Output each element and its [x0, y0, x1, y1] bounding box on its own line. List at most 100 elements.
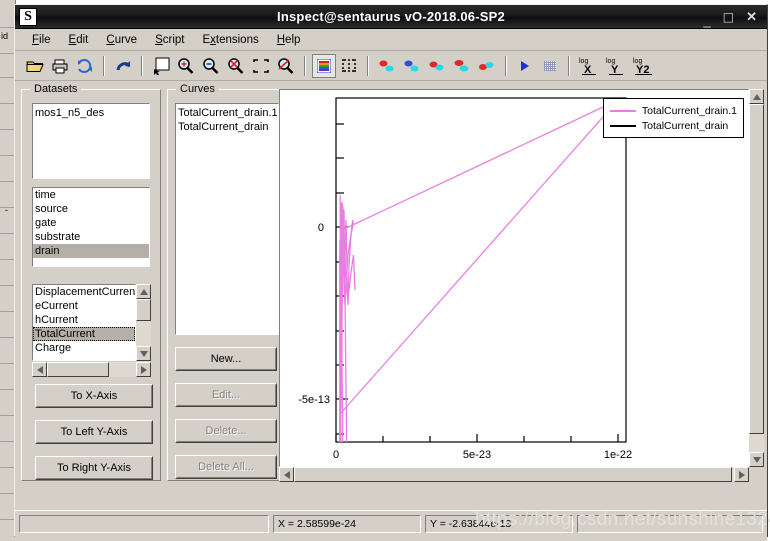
- window-title: Inspect@sentaurus vO-2018.06-SP2: [277, 9, 505, 24]
- background-window-label: id: [1, 31, 9, 41]
- curve-style-2-icon[interactable]: [400, 54, 424, 78]
- tool-bar: log X log Y log Y2: [15, 51, 767, 81]
- stop-pattern-icon[interactable]: [538, 54, 562, 78]
- curve-style-3-icon[interactable]: [425, 54, 449, 78]
- menu-help-rest: elp: [285, 33, 301, 46]
- refresh-icon[interactable]: [73, 54, 97, 78]
- status-bar: X = 2.58599e-24 Y = -2.63844e-13: [15, 510, 767, 536]
- legend-swatch-curve1: [609, 109, 636, 112]
- list-item[interactable]: DisplacementCurrent: [33, 285, 135, 299]
- legend-row: TotalCurrent_drain.1: [609, 103, 737, 118]
- log-y-icon[interactable]: log Y: [603, 54, 629, 78]
- scroll-down-arrow[interactable]: [749, 452, 764, 467]
- dataset-nodes-list[interactable]: time source gate substrate drain: [32, 187, 150, 267]
- open-folder-icon[interactable]: [23, 54, 47, 78]
- scroll-left-arrow[interactable]: [32, 362, 47, 377]
- to-left-y-axis-button[interactable]: To Left Y-Axis: [35, 420, 153, 444]
- maximize-button[interactable]: □: [723, 11, 734, 23]
- undo-icon[interactable]: [111, 54, 135, 78]
- chevron-left-icon: [36, 365, 43, 374]
- background-window-dash: -: [5, 205, 8, 215]
- zoom-out-icon[interactable]: [199, 54, 223, 78]
- curve-style-4-icon[interactable]: [450, 54, 474, 78]
- scroll-down-arrow[interactable]: [136, 346, 151, 361]
- scroll-thumb[interactable]: [294, 467, 732, 482]
- list-item[interactable]: eCurrent: [33, 299, 135, 313]
- menu-item-script[interactable]: Script: [146, 32, 193, 48]
- zoom-cancel-icon[interactable]: [224, 54, 248, 78]
- toolbar-separator: [568, 55, 570, 76]
- list-item[interactable]: substrate: [33, 230, 149, 244]
- close-button[interactable]: ✕: [746, 10, 757, 23]
- scroll-thumb[interactable]: [749, 104, 764, 434]
- scroll-left-arrow[interactable]: [279, 467, 294, 482]
- quantities-vscrollbar[interactable]: [136, 284, 151, 361]
- grid-icon[interactable]: [337, 54, 361, 78]
- log-x-icon[interactable]: log X: [576, 54, 602, 78]
- zoom-reset-icon[interactable]: [274, 54, 298, 78]
- y-readout-field: Y = -2.63844e-13: [425, 514, 573, 533]
- chevron-down-icon: [139, 350, 148, 357]
- list-item[interactable]: time: [33, 188, 149, 202]
- fit-to-window-icon[interactable]: [249, 54, 273, 78]
- select-region-icon[interactable]: [149, 54, 173, 78]
- menu-item-help[interactable]: Help: [268, 32, 310, 48]
- legend-label: TotalCurrent_drain: [641, 119, 729, 132]
- app-icon: S: [19, 7, 37, 26]
- list-item[interactable]: TotalCurrent_drain: [176, 120, 278, 134]
- print-icon[interactable]: [48, 54, 72, 78]
- scroll-up-arrow[interactable]: [136, 284, 151, 299]
- list-item-selected[interactable]: TotalCurrent: [33, 327, 135, 341]
- log-y2-icon[interactable]: log Y2: [630, 54, 658, 78]
- scrollbar-corner: [749, 467, 764, 482]
- to-x-axis-button[interactable]: To X-Axis: [35, 384, 153, 408]
- to-right-y-axis-button[interactable]: To Right Y-Axis: [35, 456, 153, 480]
- menu-item-extensions[interactable]: Extensions: [193, 32, 267, 48]
- menu-ext-a: E: [202, 33, 211, 46]
- curve-style-1-icon[interactable]: [375, 54, 399, 78]
- list-item[interactable]: hCurrent: [33, 313, 135, 327]
- status-spacer-left: [19, 514, 269, 533]
- curve-style-5-icon[interactable]: [475, 54, 499, 78]
- list-item[interactable]: source: [33, 202, 149, 216]
- menu-item-curve[interactable]: Curve: [97, 32, 146, 48]
- chevron-left-icon: [283, 470, 290, 479]
- title-bar: S Inspect@sentaurus vO-2018.06-SP2 _ □ ✕: [15, 5, 767, 29]
- play-icon[interactable]: [513, 54, 537, 78]
- scroll-thumb[interactable]: [136, 299, 151, 321]
- plot-panel[interactable]: 0 -5e-13 0 5e-23 1e-22 TotalCurrent_drai…: [279, 89, 749, 467]
- menu-item-edit[interactable]: Edit: [60, 32, 98, 48]
- screenshot-root: id - S Inspect@sentaurus vO-2018.06-SP2 …: [0, 0, 770, 541]
- list-item-selected[interactable]: drain: [33, 244, 149, 258]
- delete-curve-button: Delete...: [175, 419, 277, 443]
- curves-list[interactable]: TotalCurrent_drain.1 TotalCurrent_drain: [175, 103, 279, 335]
- scroll-right-arrow[interactable]: [136, 362, 151, 377]
- toolbar-separator: [103, 55, 105, 76]
- list-item[interactable]: Charge: [33, 341, 135, 355]
- color-palette-icon[interactable]: [312, 53, 336, 78]
- delete-all-curves-button: Delete All...: [175, 455, 277, 479]
- menu-script-rest: cript: [162, 33, 185, 46]
- menu-curve-rest: urve: [114, 33, 138, 46]
- x-tick-label-1e22: 1e-22: [604, 449, 632, 461]
- list-item[interactable]: gate: [33, 216, 149, 230]
- minimize-button[interactable]: _: [704, 14, 711, 27]
- menu-item-file[interactable]: File: [23, 32, 60, 48]
- quantities-hscrollbar[interactable]: [32, 362, 151, 377]
- zoom-in-icon[interactable]: [174, 54, 198, 78]
- plot-hscrollbar[interactable]: [279, 467, 749, 482]
- scroll-up-arrow[interactable]: [749, 89, 764, 104]
- plot-svg: 0 -5e-13 0 5e-23 1e-22: [298, 97, 632, 461]
- edit-curve-button: Edit...: [175, 383, 277, 407]
- list-item[interactable]: TotalCurrent_drain.1: [176, 106, 278, 120]
- dataset-files-list[interactable]: mos1_n5_des: [32, 103, 150, 179]
- new-curve-button[interactable]: New...: [175, 347, 277, 371]
- legend-swatch-curve2: [609, 124, 636, 127]
- scroll-right-arrow[interactable]: [734, 467, 749, 482]
- y-tick-label-neg5e13: -5e-13: [298, 394, 330, 406]
- datasets-group-title: Datasets: [30, 83, 82, 95]
- dataset-quantities-list[interactable]: DisplacementCurrent eCurrent hCurrent To…: [32, 284, 136, 361]
- list-item[interactable]: mos1_n5_des: [33, 106, 149, 120]
- plot-vscrollbar[interactable]: [749, 89, 764, 467]
- scroll-thumb[interactable]: [47, 362, 109, 377]
